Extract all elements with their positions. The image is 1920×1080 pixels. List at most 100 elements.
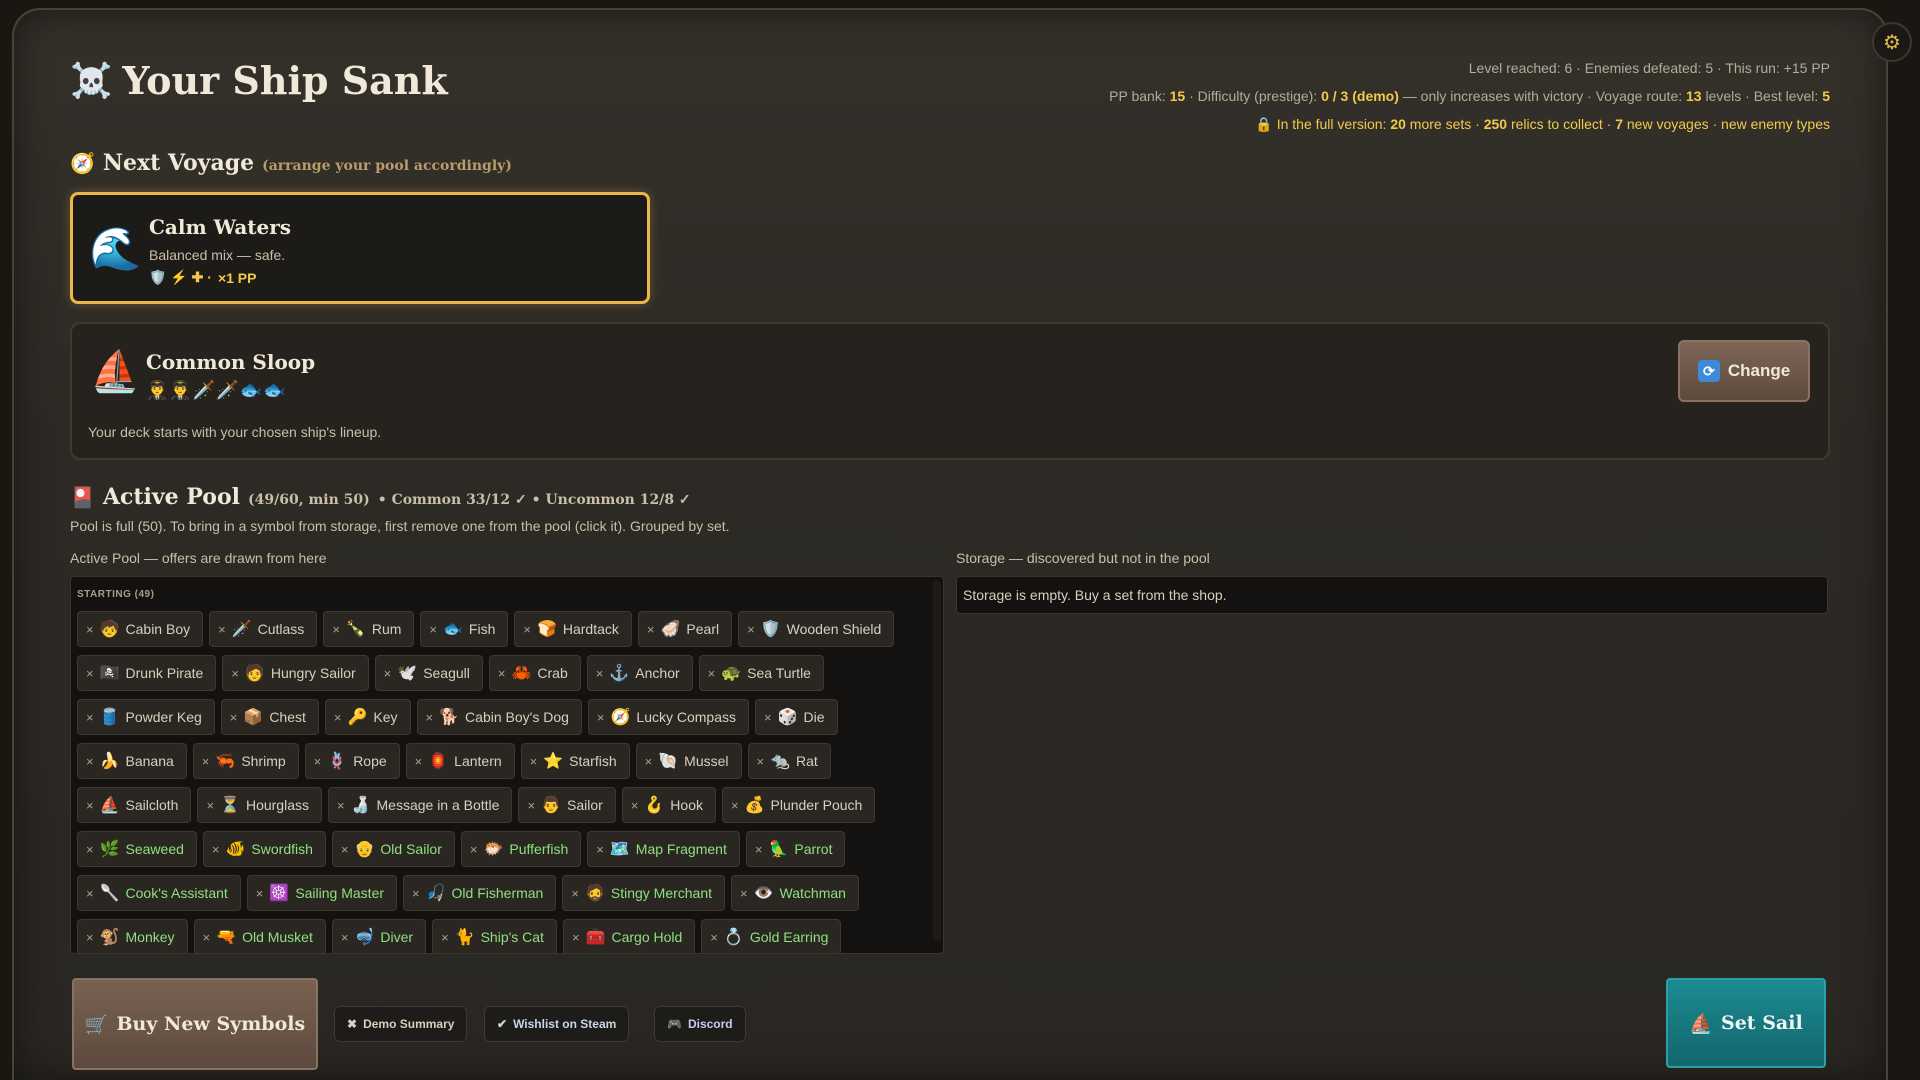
pool-chip[interactable]: × 🦐 Shrimp <box>192 743 299 779</box>
remove-icon: × <box>86 621 94 637</box>
symbol-label: Old Sailor <box>380 841 442 857</box>
voyage-card[interactable]: 🌊 Calm Waters Balanced mix — safe. 🛡️ ⚡ … <box>70 192 650 304</box>
symbol-icon: 🛢️ <box>99 709 120 726</box>
pool-icon: 🎴 <box>70 485 95 509</box>
pp-bank-value: 15 <box>1169 88 1186 104</box>
pool-chip[interactable]: × 🎲 Die <box>755 699 838 735</box>
pool-chip[interactable]: × 🍞 Hardtack <box>514 611 632 647</box>
remove-icon: × <box>630 797 639 813</box>
symbol-icon: 🐚 <box>658 753 679 770</box>
pool-chip[interactable]: × 🐡 Pufferfish <box>460 831 582 867</box>
active-pool-list[interactable]: STARTING (49) × 🧒 Cabin Boy × 🗡️ Cutlass × 🍾 Rum… <box>70 576 944 954</box>
pool-chip[interactable]: × 🐕 Cabin Boy's Dog <box>416 699 582 735</box>
pool-chip[interactable]: × 🐟 Fish <box>420 611 509 647</box>
pool-chip[interactable]: × 🗺️ Map Fragment <box>587 831 740 867</box>
pool-chip[interactable]: × ⚓ Anchor <box>586 655 693 691</box>
remove-icon: × <box>595 665 604 681</box>
pool-chip[interactable]: × 🐒 Monkey <box>77 919 188 953</box>
pool-chip[interactable]: × 👁️ Watchman <box>731 875 859 911</box>
symbol-icon: 💍 <box>723 929 744 946</box>
pool-chip[interactable]: × 🔑 Key <box>324 699 411 735</box>
symbol-label: Wooden Shield <box>786 621 882 637</box>
symbol-icon: 🐠 <box>225 841 246 858</box>
remove-icon: × <box>340 841 349 857</box>
symbol-icon: 🤿 <box>354 929 375 946</box>
symbol-icon: 🐡 <box>483 841 504 858</box>
pool-chip[interactable]: × 🐠 Swordfish <box>202 831 326 867</box>
symbol-icon: 🧭 <box>610 709 631 726</box>
buy-symbols-button[interactable]: 🛒 Buy New Symbols <box>72 978 318 1070</box>
pool-chip[interactable]: × 📦 Chest <box>220 699 319 735</box>
symbol-label: Old Musket <box>242 929 313 945</box>
pool-chip[interactable]: × 🕊️ Seagull <box>374 655 483 691</box>
pool-chip[interactable]: × 🛢️ Powder Keg <box>77 699 215 735</box>
symbol-label: Powder Keg <box>125 709 202 725</box>
remove-icon: × <box>218 621 226 637</box>
pool-chip[interactable]: × 🧒 Cabin Boy <box>77 611 204 647</box>
demo-summary-button[interactable]: ✖ Demo Summary <box>334 1006 468 1042</box>
symbol-label: Cabin Boy's Dog <box>465 709 569 725</box>
symbol-label: Hungry Sailor <box>270 665 356 681</box>
pool-chip[interactable]: × 👴 Old Sailor <box>331 831 455 867</box>
pool-chip[interactable]: × 🎣 Old Fisherman <box>403 875 557 911</box>
set-sail-button[interactable]: ⛵ Set Sail <box>1666 978 1826 1068</box>
pool-chip[interactable]: × 🐚 Mussel <box>635 743 742 779</box>
pool-chip[interactable]: × 🍶 Message in a Bottle <box>327 787 513 823</box>
pool-chip[interactable]: × 🦜 Parrot <box>745 831 846 867</box>
pool-chip[interactable]: × 🧰 Cargo Hold <box>562 919 696 953</box>
pool-chip[interactable]: × 🦀 Crab <box>488 655 581 691</box>
pool-chip[interactable]: × 🧑 Hungry Sailor <box>222 655 369 691</box>
pool-chip[interactable]: × 🧭 Lucky Compass <box>587 699 749 735</box>
remove-icon: × <box>527 797 536 813</box>
pool-chip[interactable]: × 🐈 Ship's Cat <box>432 919 557 953</box>
remove-icon: × <box>206 797 215 813</box>
pool-counts: (49/60, min 50) <box>248 492 370 508</box>
pool-chip[interactable]: × ⏳ Hourglass <box>197 787 322 823</box>
pool-chip[interactable]: × 🍌 Banana <box>77 743 187 779</box>
pool-chip[interactable]: × 🤿 Diver <box>331 919 427 953</box>
rarity-counts: • Common 33/12 ✓ • Uncommon 12/8 ✓ <box>377 492 691 508</box>
pool-chip[interactable]: × 💍 Gold Earring <box>701 919 842 953</box>
symbol-label: Sailcloth <box>125 797 179 813</box>
symbol-icon: 📦 <box>243 709 264 726</box>
pool-chip[interactable]: × 🔫 Old Musket <box>193 919 326 953</box>
pool-chip[interactable]: × 🪝 Hook <box>621 787 716 823</box>
pool-chip[interactable]: × 🧔 Stingy Merchant <box>562 875 726 911</box>
discord-button[interactable]: 🎮 Discord <box>654 1006 746 1042</box>
symbol-icon: 🧑 <box>244 665 265 682</box>
pool-chip[interactable]: × 💰 Plunder Pouch <box>721 787 876 823</box>
pool-chip[interactable]: × 🦪 Pearl <box>637 611 733 647</box>
pool-chip[interactable]: × ⭐ Starfish <box>520 743 630 779</box>
pool-chip[interactable]: × 🏴‍☠️ Drunk Pirate <box>77 655 217 691</box>
symbol-label: Stingy Merchant <box>610 885 713 901</box>
pool-chip[interactable]: × 🌿 Seaweed <box>77 831 197 867</box>
remove-icon: × <box>646 621 655 637</box>
pool-chip[interactable]: × 🐀 Rat <box>747 743 831 779</box>
pool-chip[interactable]: × 🗡️ Cutlass <box>209 611 318 647</box>
remove-icon: × <box>596 841 604 857</box>
pool-chip[interactable]: × 👨 Sailor <box>518 787 616 823</box>
pool-chip[interactable]: × 🐢 Sea Turtle <box>698 655 824 691</box>
page-title: ☠️ Your Ship Sank <box>70 58 448 103</box>
storage-empty-text: Storage is empty. Buy a set from the sho… <box>963 587 1227 603</box>
symbol-icon: 🏴‍☠️ <box>99 665 120 682</box>
pool-chip[interactable]: × ⛵ Sailcloth <box>77 787 192 823</box>
page-title-text: Your Ship Sank <box>122 58 448 103</box>
pp-multiplier: ×1 PP <box>217 269 257 286</box>
pool-chip[interactable]: × ☸️ Sailing Master <box>246 875 398 911</box>
change-ship-button[interactable]: ⟳ Change <box>1678 340 1810 402</box>
remove-icon: × <box>255 885 264 901</box>
pool-chip[interactable]: × 🏮 Lantern <box>405 743 515 779</box>
active-pool-heading: 🎴 Active Pool (49/60, min 50) • Common 3… <box>70 484 691 510</box>
symbol-icon: 🎲 <box>777 709 798 726</box>
pool-chip[interactable]: × 🍾 Rum <box>323 611 415 647</box>
pool-chip[interactable]: × 🛡️ Wooden Shield <box>738 611 895 647</box>
pool-chip[interactable]: × 🪢 Rope <box>304 743 400 779</box>
symbol-icon: 🗡️ <box>231 621 252 638</box>
pool-chip[interactable]: × 🥄 Cook's Assistant <box>77 875 241 911</box>
pool-scrollbar[interactable] <box>933 581 941 941</box>
progress-line: PP bank: 15 · Difficulty (prestige): 0 /… <box>1109 88 1830 104</box>
remove-icon: × <box>754 841 763 857</box>
wishlist-steam-button[interactable]: ✔ Wishlist on Steam <box>484 1006 630 1042</box>
settings-gear-icon[interactable]: ⚙ <box>1872 22 1912 62</box>
